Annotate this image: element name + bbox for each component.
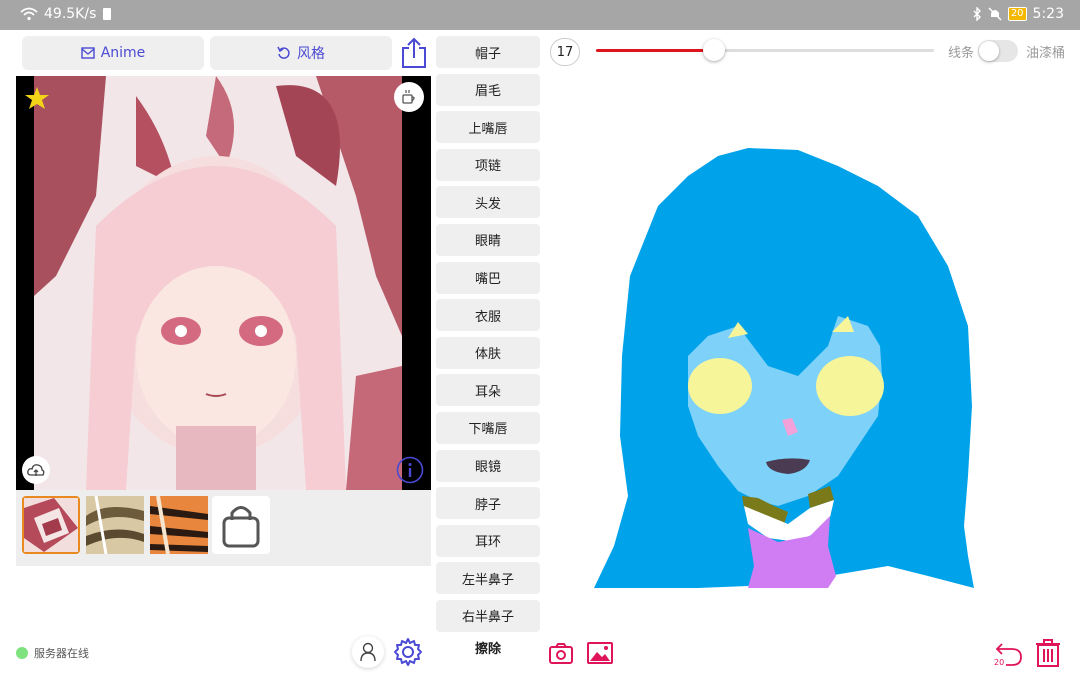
part-button[interactable]: 左半鼻子 bbox=[436, 562, 540, 595]
erase-button[interactable]: 擦除 bbox=[436, 638, 540, 657]
user-icon bbox=[360, 642, 376, 662]
fill-mode-label: 油漆桶 bbox=[1026, 46, 1066, 61]
wifi-icon bbox=[20, 7, 38, 21]
part-button[interactable]: 耳朵 bbox=[436, 374, 540, 407]
clear-button[interactable] bbox=[1034, 638, 1062, 668]
brush-size-badge: 17 bbox=[550, 38, 580, 66]
store-button[interactable] bbox=[212, 496, 270, 554]
info-button[interactable] bbox=[396, 456, 424, 484]
account-button[interactable] bbox=[352, 636, 384, 668]
line-mode-label: 线条 bbox=[948, 46, 975, 61]
part-button[interactable]: 下嘴唇 bbox=[436, 411, 540, 444]
style-thumbnail-2[interactable] bbox=[86, 495, 144, 555]
server-status: 服务器在线 bbox=[16, 645, 89, 661]
fill-mode-toggle-knob bbox=[979, 41, 999, 61]
bluetooth-icon bbox=[973, 7, 981, 21]
part-button[interactable]: 眼睛 bbox=[436, 223, 540, 256]
info-icon bbox=[396, 456, 424, 484]
part-button[interactable]: 衣服 bbox=[436, 299, 540, 332]
gear-icon bbox=[394, 638, 422, 666]
style-thumbnail-1-image bbox=[24, 498, 78, 552]
image-icon bbox=[587, 642, 613, 664]
clock: 5:23 bbox=[1032, 6, 1064, 22]
style-thumbnail-strip bbox=[16, 490, 431, 566]
shopping-bag-icon bbox=[222, 506, 260, 548]
fill-mode-toggle[interactable] bbox=[978, 40, 1018, 62]
mute-icon bbox=[988, 7, 1002, 21]
gallery-button[interactable] bbox=[586, 640, 614, 666]
part-button[interactable]: 上嘴唇 bbox=[436, 111, 540, 144]
camera-button[interactable] bbox=[548, 640, 574, 666]
part-button[interactable]: 头发 bbox=[436, 186, 540, 219]
brush-size-slider[interactable] bbox=[596, 39, 934, 61]
status-bar: 49.5K/s 20 5:23 bbox=[0, 0, 1080, 30]
part-button[interactable]: 眉毛 bbox=[436, 73, 540, 106]
style-thumbnail-1[interactable] bbox=[22, 496, 80, 554]
upload-button[interactable] bbox=[22, 456, 50, 484]
part-button[interactable]: 眼镜 bbox=[436, 449, 540, 482]
settings-button[interactable] bbox=[392, 636, 424, 668]
part-button[interactable]: 帽子 bbox=[436, 36, 540, 68]
camera-icon bbox=[549, 643, 573, 664]
anime-label: Anime bbox=[100, 45, 146, 61]
parts-list: 帽子眉毛上嘴唇项链头发眼睛嘴巴衣服体肤耳朵下嘴唇眼镜脖子耳环左半鼻子右半鼻子 bbox=[436, 36, 540, 638]
part-button[interactable]: 右半鼻子 bbox=[436, 599, 540, 632]
undo-button[interactable]: 20 bbox=[994, 638, 1024, 668]
battery-icon: 20 bbox=[1007, 7, 1027, 21]
undo-count: 20 bbox=[994, 658, 1005, 667]
mail-icon bbox=[81, 47, 95, 59]
favorite-star-icon[interactable] bbox=[24, 86, 50, 110]
segmentation-drawing bbox=[594, 148, 974, 588]
style-thumbnail-2-image bbox=[86, 495, 144, 555]
share-button[interactable] bbox=[398, 36, 430, 70]
coffee-button[interactable] bbox=[394, 82, 424, 112]
online-indicator bbox=[16, 647, 28, 659]
style-thumbnail-3-image bbox=[150, 495, 208, 555]
cloud-upload-icon bbox=[27, 464, 45, 476]
sim-icon bbox=[103, 8, 112, 20]
coffee-icon bbox=[402, 90, 415, 104]
part-button[interactable]: 耳环 bbox=[436, 524, 540, 557]
drawing-canvas[interactable] bbox=[548, 76, 1074, 626]
server-status-text: 服务器在线 bbox=[34, 647, 89, 660]
share-icon bbox=[402, 37, 426, 68]
part-button[interactable]: 项链 bbox=[436, 148, 540, 181]
generated-anime-image bbox=[34, 76, 402, 490]
anime-button[interactable]: Anime bbox=[22, 36, 204, 70]
part-button[interactable]: 嘴巴 bbox=[436, 261, 540, 294]
left-eye bbox=[688, 358, 752, 414]
right-eye bbox=[816, 356, 884, 416]
style-label: 风格 bbox=[297, 46, 325, 62]
style-thumbnail-3[interactable] bbox=[150, 495, 208, 555]
rotate-icon bbox=[277, 46, 290, 59]
style-button[interactable]: 风格 bbox=[210, 36, 392, 70]
brush-size-slider-fill bbox=[596, 49, 715, 52]
brush-size-slider-thumb[interactable] bbox=[703, 39, 726, 61]
part-button[interactable]: 脖子 bbox=[436, 487, 540, 520]
trash-icon bbox=[1036, 639, 1060, 667]
part-button[interactable]: 体肤 bbox=[436, 336, 540, 369]
net-speed: 49.5K/s bbox=[44, 6, 97, 22]
generated-image-panel bbox=[16, 76, 431, 490]
